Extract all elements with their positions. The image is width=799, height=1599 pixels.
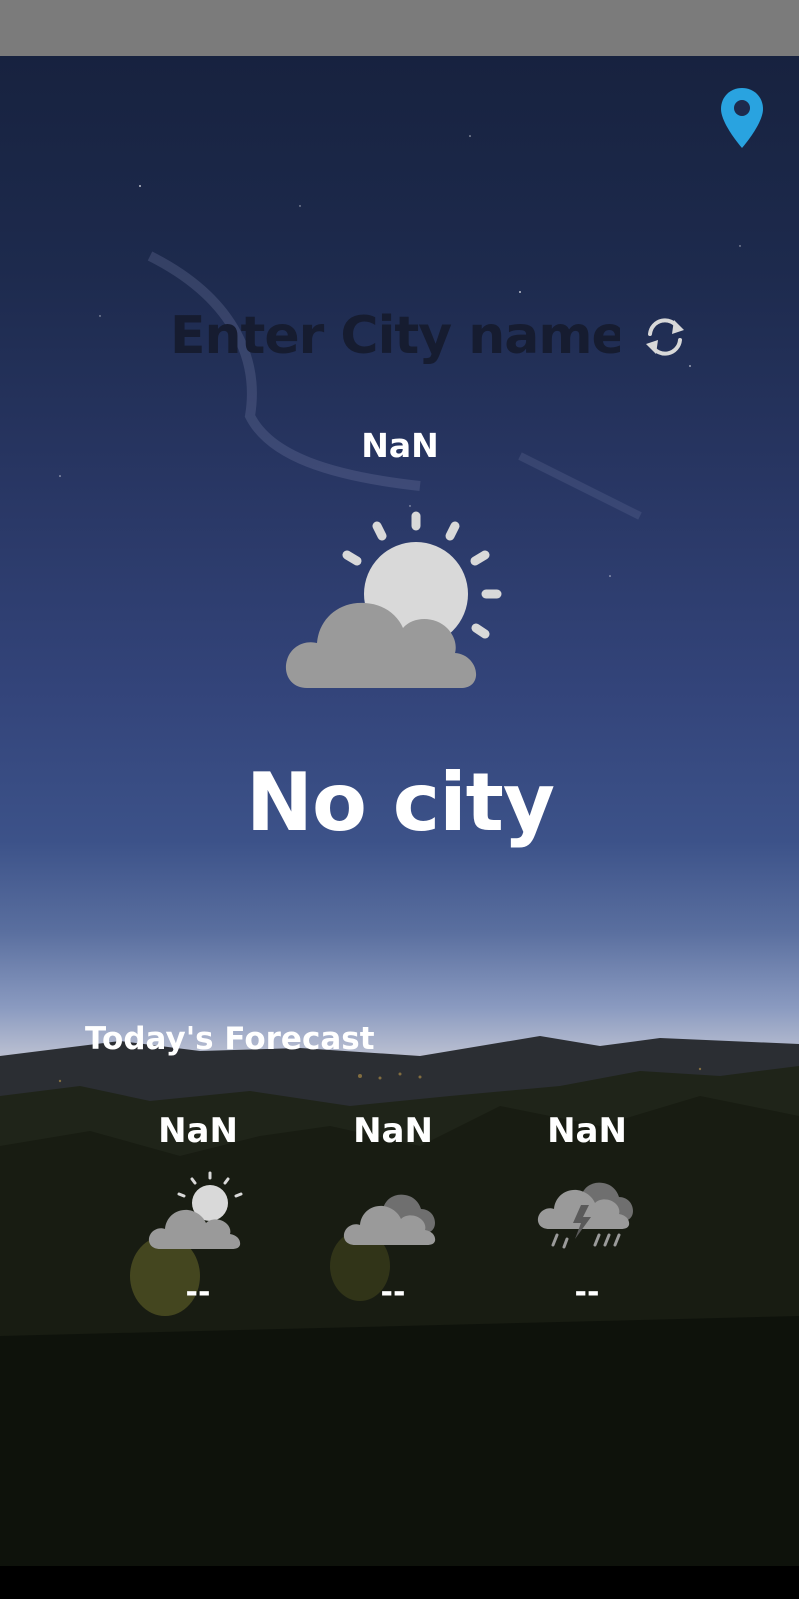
forecast-time: NaN — [158, 1111, 238, 1151]
thunderstorm-icon — [537, 1182, 633, 1249]
forecast-item: NaN -- — [128, 1111, 268, 1310]
navigation-bar — [0, 1566, 799, 1599]
weather-screen: NaN No city Today's Forecast NaN — [0, 56, 799, 1566]
city-name: No city — [246, 756, 555, 849]
partly-cloudy-icon — [148, 1171, 243, 1249]
forecast-temperature: -- — [380, 1275, 406, 1310]
forecast-temperature: -- — [185, 1275, 211, 1310]
forecast-time: NaN — [547, 1111, 627, 1151]
forecast-item: NaN -- — [323, 1111, 463, 1310]
forecast-temperature: -- — [574, 1275, 600, 1310]
forecast-title: Today's Forecast — [85, 1021, 375, 1057]
current-date: NaN — [361, 426, 439, 465]
forecast-time: NaN — [353, 1111, 433, 1151]
refresh-icon[interactable] — [640, 314, 690, 360]
status-bar — [0, 0, 799, 56]
city-search-input[interactable] — [170, 301, 620, 371]
location-pin-icon[interactable] — [718, 86, 766, 150]
cloudy-icon — [343, 1194, 436, 1245]
forecast-item: NaN -- — [517, 1111, 657, 1310]
partly-cloudy-icon — [285, 511, 502, 688]
